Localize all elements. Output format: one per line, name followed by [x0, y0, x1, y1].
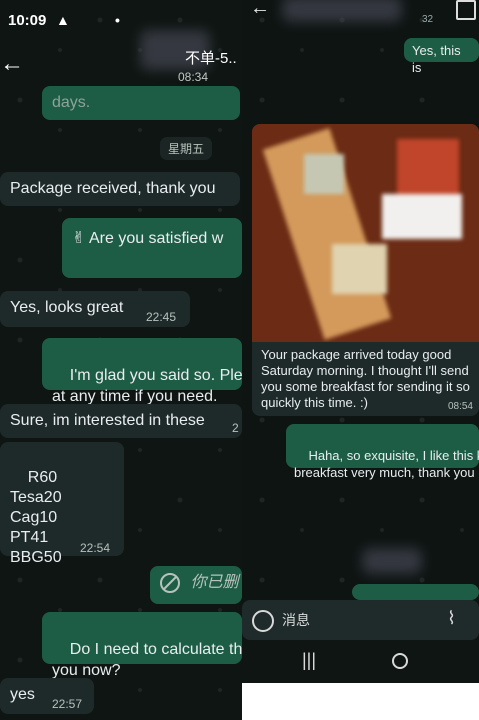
message-bubble: ✌ Are you satisfied w	[62, 218, 242, 278]
recents-icon[interactable]: |||	[302, 650, 316, 671]
blurred-title	[282, 0, 402, 22]
message-bubble: I'm glad you said so. Plea at any time i…	[42, 338, 242, 405]
pixelated-food	[332, 244, 387, 294]
message-bubble: Sure, im interested in these 2	[0, 404, 242, 438]
message-time: 22:54	[80, 541, 111, 555]
message-composer[interactable]: 消息 ⌇	[242, 600, 479, 640]
date-separator: 星期五	[160, 137, 213, 160]
message-bubble: days.	[42, 86, 240, 120]
message-time: 22:45	[146, 310, 177, 324]
message-bubble-cropped	[352, 584, 479, 600]
home-icon[interactable]	[392, 653, 408, 669]
message-text: days.	[52, 94, 91, 111]
notification-dot-icon: •	[115, 12, 120, 28]
chat-header: ← 不单-5.. 08:34	[0, 30, 242, 90]
no-entry-icon	[160, 572, 180, 593]
message-bubble: Yes, looks great 22:45	[0, 291, 190, 327]
message-text: Haha, so exquisite, I like this kin brea…	[294, 448, 479, 480]
contact-card-icon[interactable]	[456, 0, 476, 20]
message-text: ✌ Are you satisfied w	[72, 230, 224, 247]
breakfast-photo[interactable]	[252, 124, 479, 342]
chat-header: ← 32	[242, 0, 479, 28]
message-time: 2	[232, 421, 239, 435]
pixelated-bowl	[382, 194, 462, 239]
status-time: 10:09	[8, 12, 47, 29]
message-time: 08:54	[447, 401, 473, 412]
message-time: 22:57	[52, 697, 83, 711]
unread-badge: 32	[422, 14, 434, 25]
paperclip-icon[interactable]: ⌇	[447, 608, 456, 629]
emoji-icon[interactable]	[252, 610, 274, 632]
message-bubble: Do I need to calculate th you now?	[42, 612, 242, 679]
photo-caption: Your package arrived today good Saturday…	[261, 347, 470, 410]
pixelated-food	[397, 139, 459, 199]
message-text: Package received, thank you	[10, 180, 216, 197]
photo-message[interactable]: Your package arrived today good Saturday…	[252, 124, 479, 416]
back-arrow-icon[interactable]: ←	[250, 0, 270, 20]
chat-title[interactable]: 不单-5..	[185, 47, 237, 68]
blurred-element	[362, 548, 422, 574]
message-bubble: Yes, this is	[404, 38, 479, 75]
system-nav-bar: |||	[242, 640, 479, 683]
message-text: 你已删	[190, 574, 239, 591]
message-bubble: Package received, thank you	[0, 172, 240, 206]
chat-subtitle: 08:34	[178, 70, 209, 84]
alert-icon: ▲	[56, 12, 70, 28]
message-text: yes	[10, 686, 35, 703]
message-input[interactable]: 消息	[282, 610, 310, 630]
chat-panel-right: ← 32 Yes, this is Your package arrived t…	[242, 0, 479, 683]
message-text: I'm glad you said so. Plea at any time i…	[52, 367, 242, 405]
pixelated-food	[304, 154, 344, 194]
chat-panel-left: 10:09 ▲ • ← 不单-5.. 08:34 days. 星期五 Packa…	[0, 0, 242, 720]
deleted-message: 你已删	[150, 566, 242, 604]
message-bubble: yes 22:57	[0, 678, 94, 714]
message-bubble: R60 Tesa20 Cag10 PT41 BBG50 22:54	[0, 442, 124, 566]
message-text: Sure, im interested in these	[10, 412, 205, 429]
back-arrow-icon[interactable]: ←	[0, 50, 24, 78]
message-text: Yes, looks great	[10, 299, 124, 316]
message-bubble: Haha, so exquisite, I like this kin brea…	[286, 424, 479, 480]
message-text: R60 Tesa20 Cag10 PT41 BBG50	[10, 469, 62, 566]
